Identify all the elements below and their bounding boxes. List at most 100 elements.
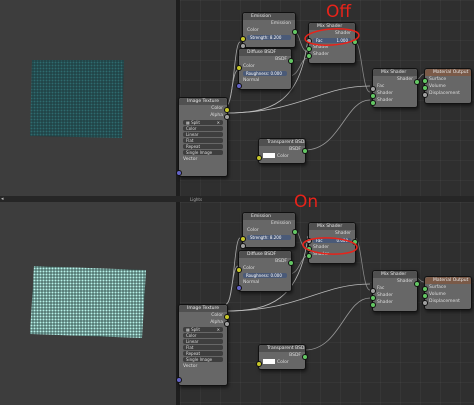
transparent-color-row[interactable]: Color [259,359,305,366]
interpolation-select[interactable]: Linear [183,339,223,344]
diffuse-node-top[interactable]: Diffuse BSDF BSDF Color Roughness: 0.000… [236,48,294,90]
diffuse-output-socket[interactable] [288,58,294,64]
transparent-color-label: Color [277,154,289,159]
mix-shader-input-1: Shader [377,293,393,298]
annotation-on-label: On [294,192,319,212]
extension-select[interactable]: Repeat [183,351,223,356]
emission-strength-field[interactable]: Strength: 8.200 [247,235,291,240]
transparent-color-socket[interactable] [256,155,262,161]
annotation-on-circle [302,237,358,255]
color-swatch[interactable] [263,153,275,158]
vector-input-label: Vector [183,157,198,162]
mix-shader-title: Mix Shader [373,271,417,278]
output-volume-socket[interactable] [422,293,428,299]
image-color-socket[interactable] [224,314,230,320]
output-surface-socket[interactable] [422,286,428,292]
transparent-color-socket[interactable] [256,361,262,367]
interpolation-select[interactable]: Linear [183,132,223,137]
diffuse-node-title: Diffuse BSDF [239,251,291,258]
image-alpha-socket[interactable] [224,114,230,120]
vector-input-label: Vector [183,364,198,369]
diffuse-node-bottom[interactable]: Diffuse BSDF BSDF Color Roughness: 0.000… [236,250,294,292]
output-surface-label: Surface [429,285,447,290]
source-select[interactable]: Single Image [183,357,223,362]
emission-output-socket[interactable] [292,229,298,235]
output-volume-label: Volume [429,292,446,297]
diffuse-output-socket[interactable] [288,260,294,266]
diffuse-normal-label: Normal [243,280,260,285]
output-displacement-socket[interactable] [422,92,428,98]
output-volume-socket[interactable] [422,85,428,91]
emission-output-socket[interactable] [292,29,298,35]
image-texture-node-bottom[interactable]: Image Texture Color Alpha ▦ Split ✕ Colo… [176,304,230,386]
emission-color-socket[interactable] [240,36,246,42]
emission-node-top[interactable]: Emission Emission Color Strength: 8.200 [240,12,298,49]
transparent-bsdf-node-top[interactable]: Transparent BSDF BSDF Color [256,138,308,164]
transparent-bsdf-node-bottom[interactable]: Transparent BSDF BSDF Color [256,344,308,370]
mix-shader-node-top-2[interactable]: Mix Shader Shader Fac Shader Shader [370,68,420,108]
projection-select[interactable]: Flat [183,345,223,350]
image-texture-out-alpha: Alpha [210,113,223,118]
image-selector[interactable]: ▦ Split ✕ [183,120,223,125]
emission-node-bottom[interactable]: Emission Emission Color Strength: 8.200 [240,212,298,249]
transparent-color-row[interactable]: Color [259,153,305,160]
mix-fac-socket[interactable] [370,86,376,92]
emission-output-label: Emission [270,221,291,226]
annotation-off-circle [304,28,360,46]
transparent-bsdf-title: Transparent BSDF [259,139,305,146]
mix-shader-node-bottom-2[interactable]: Mix Shader Shader Fac Shader Shader [370,270,420,312]
mix-fac-socket[interactable] [370,288,376,294]
mix-output-socket[interactable] [414,281,420,287]
color-mode-select[interactable]: Color [183,333,223,338]
transparent-output-socket[interactable] [302,354,308,360]
viewport-expand-arrow[interactable]: ◂ [1,196,4,202]
image-texture-node-top[interactable]: Image Texture Color Alpha ▦ Split ✕ Colo… [176,97,230,177]
image-vector-socket[interactable] [176,170,182,176]
mix-shader1-socket[interactable] [370,93,376,99]
diffuse-color-socket[interactable] [236,65,242,71]
mix-shader-input-1: Shader [377,91,393,96]
transparent-output-label: BSDF [289,147,301,152]
source-select[interactable]: Single Image [183,150,223,155]
output-displacement-label: Displacement [429,91,460,96]
close-icon[interactable]: ✕ [217,327,220,332]
material-output-node-top[interactable]: Material Output Surface Volume Displacem… [422,68,472,104]
mix-shader2-socket[interactable] [370,302,376,308]
extension-select[interactable]: Repeat [183,144,223,149]
image-name: Split [191,120,200,125]
emission-color-socket[interactable] [240,236,246,242]
diffuse-output-label: BSDF [275,259,287,264]
transparent-output-label: BSDF [289,353,301,358]
diffuse-roughness-field[interactable]: Roughness: 0.000 [243,71,287,76]
emission-strength-socket[interactable] [240,243,246,249]
mix-shader-title: Mix Shader [309,223,355,230]
color-mode-select[interactable]: Color [183,126,223,131]
emission-strength-field[interactable]: Strength: 8.200 [247,35,291,40]
image-alpha-socket[interactable] [224,321,230,327]
projection-select[interactable]: Flat [183,138,223,143]
diffuse-normal-socket[interactable] [236,83,242,89]
color-swatch[interactable] [263,359,275,364]
output-displacement-socket[interactable] [422,300,428,306]
diffuse-roughness-field[interactable]: Roughness: 0.000 [243,273,287,278]
mix-shader1-socket[interactable] [370,295,376,301]
diffuse-node-title: Diffuse BSDF [239,49,291,56]
output-surface-socket[interactable] [422,78,428,84]
image-texture-out-color: Color [211,313,223,318]
annotation-off-label: Off [326,2,352,22]
image-texture-title: Image Texture [179,98,227,105]
diffuse-color-label: Color [243,266,255,271]
diffuse-normal-socket[interactable] [236,285,242,291]
mix-shader2-socket[interactable] [306,53,312,59]
close-icon[interactable]: ✕ [217,120,220,125]
transparent-output-socket[interactable] [302,148,308,154]
image-color-socket[interactable] [224,107,230,113]
diffuse-color-socket[interactable] [236,267,242,273]
node-wires [225,29,425,351]
mix-output-socket[interactable] [414,79,420,85]
mix-shader-input-2: Shader [377,98,393,103]
material-output-node-bottom[interactable]: Material Output Surface Volume Displacem… [422,276,472,310]
mix-shader2-socket[interactable] [370,100,376,106]
image-selector[interactable]: ▦ Split ✕ [183,327,223,332]
image-vector-socket[interactable] [176,377,182,383]
